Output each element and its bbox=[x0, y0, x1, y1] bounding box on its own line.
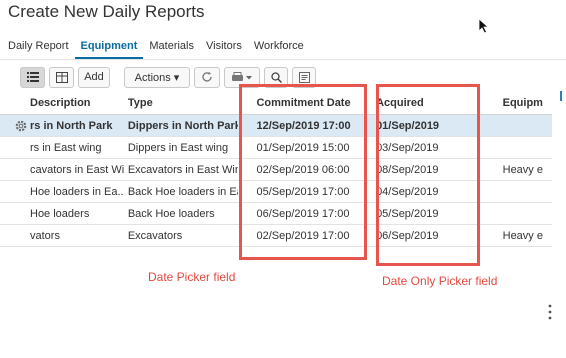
actions-dropdown[interactable]: Actions ▾ bbox=[124, 66, 190, 88]
column-header-type[interactable]: Type bbox=[124, 97, 239, 109]
list-icon bbox=[26, 72, 39, 82]
cell-description: Hoe loaders bbox=[30, 207, 90, 220]
refresh-icon bbox=[202, 71, 212, 82]
commitment-date-highlight-box bbox=[239, 84, 367, 260]
add-button[interactable]: Add bbox=[78, 66, 110, 88]
grid-icon bbox=[55, 71, 68, 83]
cell-description: vators bbox=[30, 229, 60, 242]
more-options-icon[interactable] bbox=[548, 304, 552, 320]
cell-description: rs in East wing bbox=[30, 141, 102, 154]
tab-visitors[interactable]: Visitors bbox=[200, 37, 248, 59]
mouse-cursor-icon bbox=[478, 18, 490, 34]
cell-equipment: Heavy e bbox=[502, 229, 543, 242]
acquired-highlight-box bbox=[376, 84, 480, 266]
date-only-picker-annotation: Date Only Picker field bbox=[382, 274, 498, 288]
cell-type: Back Hoe loaders bbox=[127, 207, 215, 220]
tab-workforce[interactable]: Workforce bbox=[248, 37, 310, 59]
refresh-button[interactable] bbox=[194, 66, 220, 88]
date-picker-annotation: Date Picker field bbox=[148, 270, 236, 284]
tab-daily-report[interactable]: Daily Report bbox=[0, 37, 75, 59]
cell-type: Dippers in North Park bbox=[127, 119, 239, 132]
print-icon bbox=[232, 71, 252, 81]
tab-bar: Daily Report Equipment Materials Visitor… bbox=[0, 37, 566, 59]
cell-type: Excavators bbox=[127, 229, 183, 242]
cell-description: Hoe loaders in Ea... bbox=[30, 185, 124, 198]
scroll-indicator bbox=[560, 91, 562, 101]
cell-type: Excavators in East Wing bbox=[127, 163, 239, 176]
cell-equipment: Heavy e bbox=[502, 163, 543, 176]
column-header-description[interactable]: Description bbox=[0, 97, 124, 109]
search-icon bbox=[270, 71, 282, 83]
cell-description: cavators in East Wing bbox=[30, 163, 124, 176]
tab-divider bbox=[0, 59, 566, 60]
gear-icon[interactable] bbox=[14, 119, 28, 133]
page-title: Create New Daily Reports bbox=[8, 2, 205, 21]
grid-view-button[interactable] bbox=[49, 66, 74, 88]
cell-type: Dippers in East wing bbox=[127, 141, 229, 154]
column-header-equipment[interactable]: Equipm bbox=[493, 97, 552, 109]
tab-materials[interactable]: Materials bbox=[143, 37, 200, 59]
export-icon bbox=[298, 71, 310, 83]
cell-type: Back Hoe loaders in Ea... bbox=[127, 185, 239, 198]
tab-equipment[interactable]: Equipment bbox=[74, 37, 144, 59]
list-view-button[interactable] bbox=[20, 66, 45, 88]
